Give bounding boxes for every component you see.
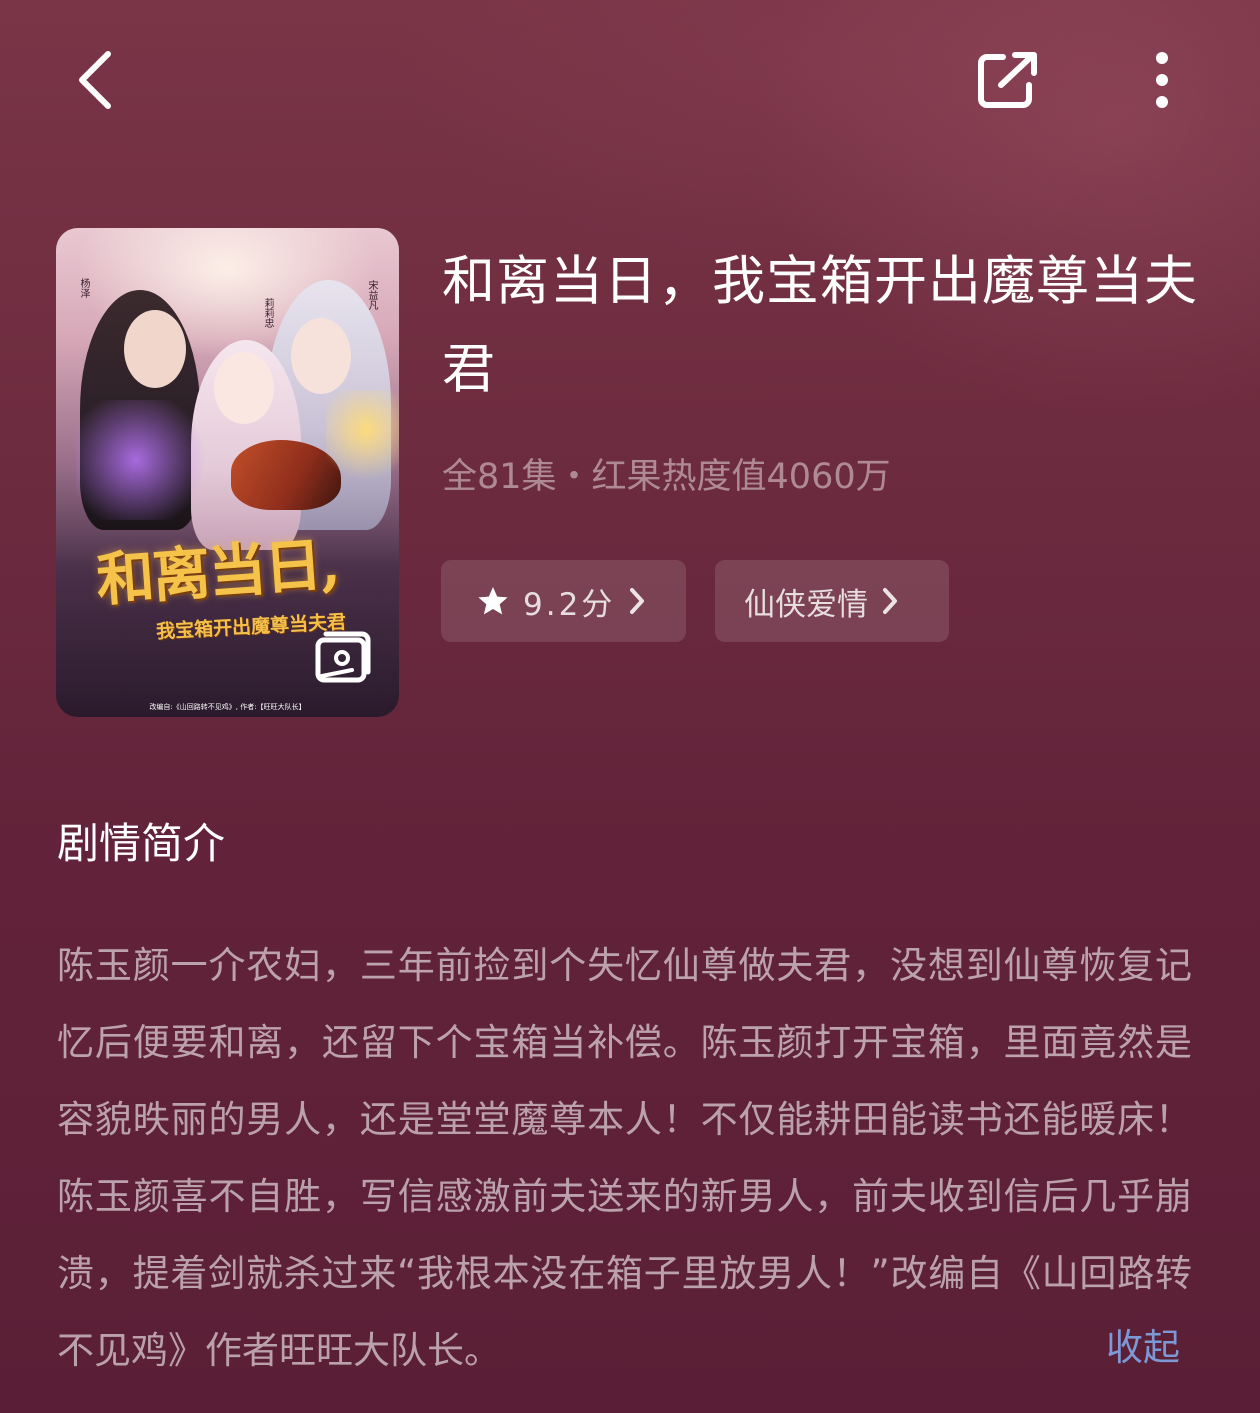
collapse-button[interactable]: 收起: [1106, 1318, 1180, 1378]
top-bar: [0, 0, 1260, 160]
poster-actor-middle: 莉莉忠: [262, 298, 273, 328]
poster-actor-left: 杨泽: [78, 278, 89, 298]
synopsis-heading: 剧情简介: [57, 819, 226, 868]
poster-credit: 改编自:《山回路转不见鸡》, 作者:【旺旺大队长】: [149, 703, 306, 711]
rating-label: 9.2分: [523, 586, 616, 623]
poster-face-right: [291, 318, 351, 394]
poster-face-left: [124, 310, 186, 388]
genre-tag[interactable]: 仙侠爱情: [715, 560, 949, 642]
chevron-left-icon: [79, 51, 111, 109]
poster-purple-magic: [76, 400, 216, 520]
synopsis-text: 陈玉颜一介农妇，三年前捡到个失忆仙尊做夫君，没想到仙尊恢复记忆后便要和离，还留下…: [57, 944, 1192, 1372]
poster-title-main: 和离当日,: [94, 529, 341, 615]
poster-face-middle: [214, 352, 274, 424]
chevron-right-icon: [629, 587, 645, 615]
drama-title: 和离当日，我宝箱开出魔尊当夫君: [442, 251, 1198, 400]
share-button[interactable]: [970, 44, 1046, 116]
more-options-button[interactable]: [1130, 44, 1194, 116]
poster-fire-magic: [326, 390, 399, 480]
drama-poster[interactable]: 杨泽 莉莉忠 宋益凡 和离当日, 我宝箱开出魔尊当夫君 改编自:《山回路转不见鸡…: [56, 228, 399, 717]
star-icon: [478, 587, 508, 615]
more-vertical-icon: [1156, 52, 1168, 108]
drama-meta: 全81集・红果热度值4060万: [442, 457, 891, 497]
gallery-icon[interactable]: [312, 626, 372, 686]
back-button[interactable]: [64, 44, 128, 116]
rating-tag[interactable]: 9.2分: [441, 560, 686, 642]
share-external-icon: [978, 52, 1037, 108]
genre-label: 仙侠爱情: [744, 586, 868, 623]
poster-actor-right: 宋益凡: [366, 280, 377, 310]
chevron-right-icon: [882, 587, 898, 615]
